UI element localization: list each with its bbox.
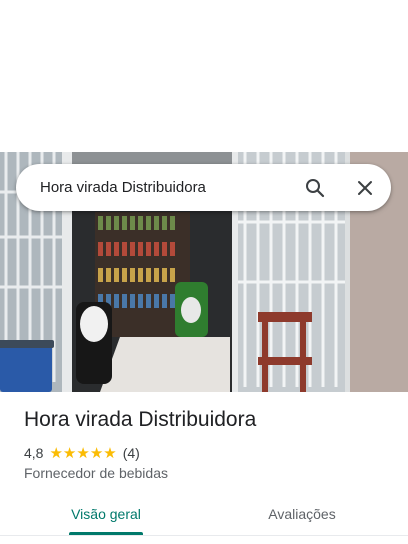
- search-icon[interactable]: [302, 175, 328, 201]
- star-icon: ★: [62, 444, 77, 462]
- star-rating: ★ ★ ★ ★ ★: [49, 446, 116, 461]
- tabs-divider: [0, 535, 408, 536]
- tab-reviews[interactable]: Avaliações: [256, 494, 348, 534]
- tab-overview[interactable]: Visão geral: [60, 494, 152, 534]
- place-title: Hora virada Distribuidora: [24, 408, 257, 431]
- rating-value: 4,8: [24, 445, 44, 461]
- star-icon: ★: [49, 444, 63, 462]
- star-icon: ★: [103, 444, 117, 462]
- search-input[interactable]: Hora virada Distribuidora: [40, 164, 206, 211]
- tab-bar: Visão geral Avaliações: [0, 494, 408, 536]
- star-icon: ★: [76, 444, 90, 462]
- place-category: Fornecedor de bebidas: [24, 465, 168, 481]
- search-bar[interactable]: Hora virada Distribuidora: [16, 164, 391, 211]
- review-count[interactable]: (4): [123, 445, 140, 461]
- rating-row[interactable]: 4,8 ★ ★ ★ ★ ★ (4): [24, 444, 140, 462]
- close-icon[interactable]: [352, 175, 378, 201]
- star-icon: ★: [89, 444, 104, 462]
